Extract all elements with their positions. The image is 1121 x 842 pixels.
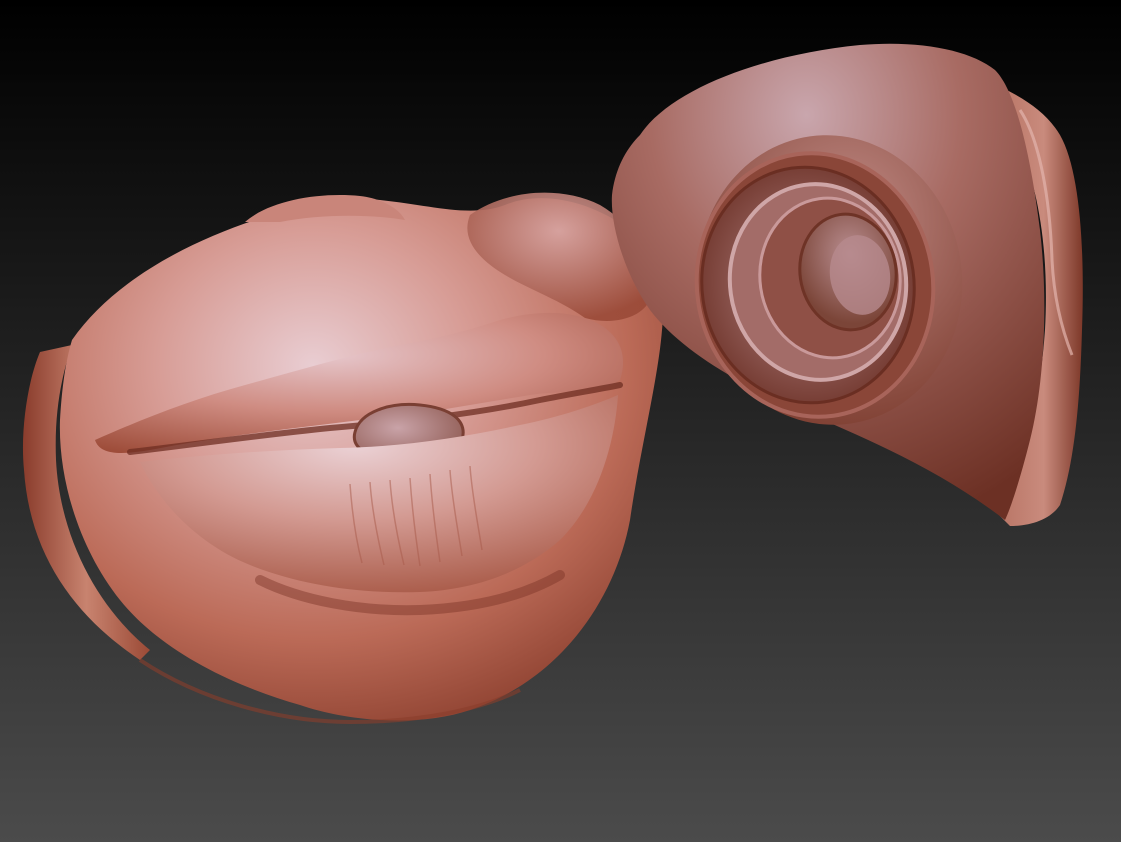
viewport-canvas[interactable] (0, 0, 1121, 842)
3d-viewport[interactable] (0, 0, 1121, 842)
